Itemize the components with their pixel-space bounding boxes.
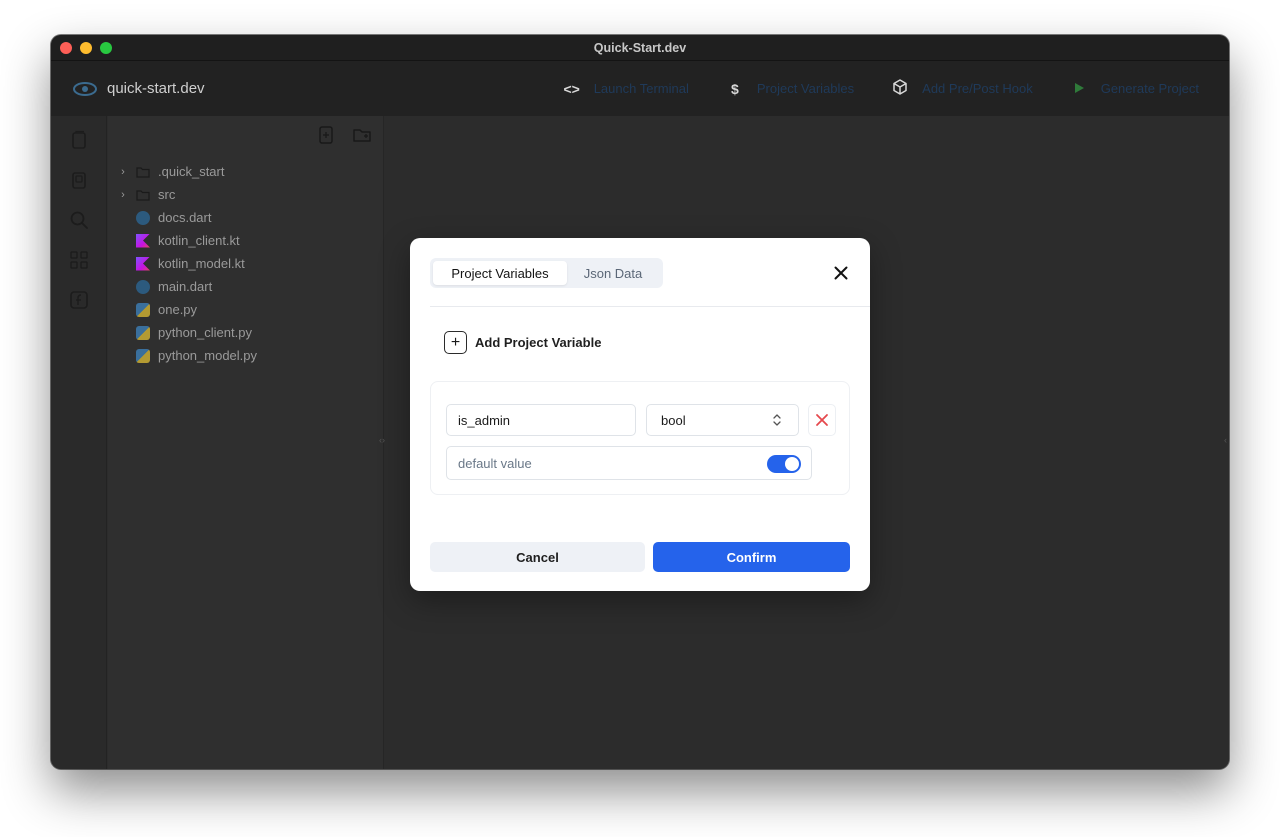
collapse-sidebar-icon[interactable]: ‹› xyxy=(379,435,385,445)
project-variables-button[interactable]: $ Project Variables xyxy=(725,81,854,97)
default-value-label: default value xyxy=(458,455,532,471)
file-tree: › .quick_start › src docs.dart kotlin_cl… xyxy=(116,160,257,367)
expand-panel-icon[interactable]: ‹ xyxy=(1224,435,1227,445)
chevron-right-icon[interactable]: › xyxy=(116,166,130,178)
add-hook-button[interactable]: Add Pre/Post Hook xyxy=(890,79,1033,98)
plus-icon: + xyxy=(444,331,467,354)
brand-name: quick-start.dev xyxy=(107,80,205,97)
tree-item-label: one.py xyxy=(158,302,198,317)
launch-terminal-label: Launch Terminal xyxy=(593,81,689,96)
variable-name-input[interactable] xyxy=(446,404,636,436)
minimize-window-button[interactable] xyxy=(80,42,92,54)
tree-item-one-py[interactable]: one.py xyxy=(116,298,257,321)
dart-file-icon xyxy=(136,210,150,225)
project-variables-dialog: Project Variables Json Data + Add Projec… xyxy=(410,238,870,591)
tree-item-kotlin-client[interactable]: kotlin_client.kt xyxy=(116,229,257,252)
tab-json-data[interactable]: Json Data xyxy=(567,261,659,285)
project-variables-label: Project Variables xyxy=(756,81,855,96)
tree-item-label: main.dart xyxy=(158,279,213,294)
python-file-icon xyxy=(136,325,150,340)
variable-card: bool default value xyxy=(430,381,850,495)
tree-item-label: .quick_start xyxy=(158,164,225,179)
launch-terminal-button[interactable]: <> Launch Terminal xyxy=(562,81,689,97)
default-value-field: default value xyxy=(446,446,812,480)
tree-item-label: docs.dart xyxy=(158,210,212,225)
close-window-button[interactable] xyxy=(60,42,72,54)
brand-logo-icon xyxy=(73,81,97,96)
files-icon[interactable] xyxy=(69,130,89,150)
kotlin-file-icon xyxy=(136,256,150,271)
tree-item-main-dart[interactable]: main.dart xyxy=(116,275,257,298)
folder-icon xyxy=(136,189,150,201)
tree-item-quick-start[interactable]: › .quick_start xyxy=(116,160,257,183)
confirm-button[interactable]: Confirm xyxy=(653,542,850,572)
tree-item-kotlin-model[interactable]: kotlin_model.kt xyxy=(116,252,257,275)
play-icon xyxy=(1069,81,1089,97)
cube-icon xyxy=(890,79,910,98)
python-file-icon xyxy=(136,302,150,317)
default-value-toggle[interactable] xyxy=(767,455,801,473)
documents-icon[interactable] xyxy=(69,170,89,190)
tree-item-label: python_model.py xyxy=(158,348,258,363)
dialog-divider xyxy=(430,306,870,307)
search-icon[interactable] xyxy=(69,210,89,230)
variable-type-select[interactable]: bool xyxy=(646,404,799,436)
new-file-icon[interactable] xyxy=(317,126,335,144)
tree-item-python-model[interactable]: python_model.py xyxy=(116,344,257,367)
delete-variable-button[interactable] xyxy=(808,404,836,436)
folder-icon xyxy=(136,166,150,178)
add-hook-label: Add Pre/Post Hook xyxy=(922,81,1033,96)
function-icon[interactable] xyxy=(69,290,89,310)
tree-item-label: src xyxy=(158,187,176,202)
dart-file-icon xyxy=(136,279,150,294)
app-toolbar: quick-start.dev <> Launch Terminal $ Pro… xyxy=(51,61,1229,116)
activity-bar xyxy=(51,116,107,769)
code-brackets-icon: <> xyxy=(563,80,580,97)
tree-item-label: kotlin_client.kt xyxy=(158,233,240,248)
grid-icon[interactable] xyxy=(69,250,89,270)
kotlin-file-icon xyxy=(136,233,150,248)
dialog-tabs: Project Variables Json Data xyxy=(430,258,663,288)
generate-project-button[interactable]: Generate Project xyxy=(1069,81,1199,97)
title-bar: Quick-Start.dev xyxy=(51,35,1229,61)
toolbar-actions: <> Launch Terminal $ Project Variables A… xyxy=(526,79,1199,98)
cancel-button[interactable]: Cancel xyxy=(430,542,645,572)
tree-item-src[interactable]: › src xyxy=(116,183,257,206)
generate-project-label: Generate Project xyxy=(1100,81,1199,96)
chevron-right-icon[interactable]: › xyxy=(116,189,130,201)
file-explorer: › .quick_start › src docs.dart kotlin_cl… xyxy=(108,116,384,769)
tree-item-label: kotlin_model.kt xyxy=(158,256,245,271)
tree-item-docs-dart[interactable]: docs.dart xyxy=(116,206,257,229)
tree-item-label: python_client.py xyxy=(158,325,252,340)
delete-icon xyxy=(816,414,828,426)
traffic-lights xyxy=(60,42,112,54)
toggle-knob xyxy=(785,457,799,471)
close-icon[interactable] xyxy=(832,264,850,282)
tree-item-python-client[interactable]: python_client.py xyxy=(116,321,257,344)
tab-project-variables[interactable]: Project Variables xyxy=(433,261,567,285)
chevron-up-down-icon xyxy=(773,414,781,426)
variable-type-value: bool xyxy=(661,412,686,428)
window-title: Quick-Start.dev xyxy=(593,40,687,55)
python-file-icon xyxy=(136,348,150,363)
add-project-variable-label: Add Project Variable xyxy=(475,335,602,350)
dollar-icon: $ xyxy=(730,80,739,97)
explorer-toolbar xyxy=(317,126,371,144)
new-folder-icon[interactable] xyxy=(353,126,371,144)
zoom-window-button[interactable] xyxy=(100,42,112,54)
brand: quick-start.dev xyxy=(73,80,205,97)
add-project-variable-button[interactable]: + Add Project Variable xyxy=(444,331,601,354)
